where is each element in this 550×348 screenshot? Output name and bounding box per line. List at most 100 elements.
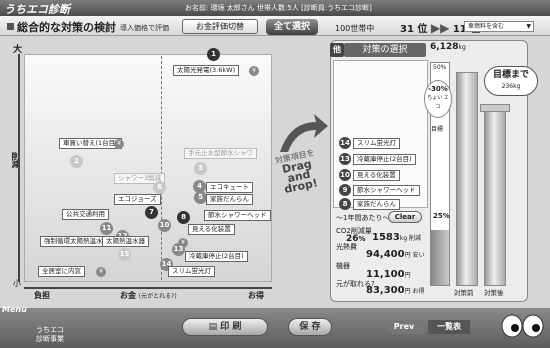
measure-item-visualizer[interactable]: 見える化装置	[188, 224, 235, 235]
measure-item-shower-head[interactable]: 節水シャワーヘッド	[204, 210, 271, 221]
gauge-50-label: 50%	[433, 64, 447, 71]
payback-unit: 円 お得	[404, 288, 425, 295]
selection-title: 対策の選択	[344, 43, 426, 57]
print-button[interactable]: ▤ 印 刷	[182, 318, 268, 336]
x-axis-left-label: 負担	[34, 291, 50, 300]
goal-title: 目標まで	[492, 70, 529, 80]
measure-badge: 13	[172, 243, 185, 256]
x-axis-title: お金	[120, 291, 136, 300]
measure-item-shower-stop[interactable]: 手元止水型節水シャワ	[184, 148, 257, 159]
printer-icon: ▤	[208, 322, 218, 332]
category-select-value: 車燃料を含む	[468, 23, 505, 30]
payback-value-number: 83,300	[366, 285, 405, 296]
yen-icon: ¥	[249, 66, 259, 76]
selected-item-label: スリム蛍光灯	[353, 138, 400, 149]
total-co2: 6,128kg	[430, 42, 466, 52]
selected-item-label: 見える化装置	[353, 170, 400, 181]
selected-item-number: 8	[339, 198, 351, 210]
y-axis-line	[18, 54, 20, 282]
clear-button[interactable]: Clear	[388, 211, 422, 223]
print-label: 印 刷	[220, 322, 242, 332]
measure-item-solar[interactable]: 太陽光発電(3.6kW)	[173, 65, 240, 76]
equip-unit: 円	[404, 272, 411, 279]
measure-badge: 15	[118, 248, 131, 261]
x-axis-line	[24, 287, 272, 289]
target-pct-note: ちょい エコ	[427, 95, 449, 110]
footer-logo-line: 診断事業	[36, 335, 64, 343]
x-axis-label: お金 (元がとれる?)	[120, 290, 177, 301]
goal-bubble: 目標まで 236kg	[484, 66, 538, 96]
measure-badge: 7	[145, 206, 158, 219]
app-logo: うちエコ診断	[4, 3, 70, 16]
money-eval-toggle-button[interactable]: お金評価切替	[182, 19, 258, 34]
fuel-label: 光熱費	[336, 243, 357, 251]
measure-item-fridge-stop[interactable]: 冷蔵庫停止(2台目)	[185, 251, 248, 262]
bar-before-label: 対策前	[454, 289, 474, 297]
chevron-down-icon: ▼	[526, 23, 531, 30]
selected-item-label: 冷蔵庫停止(2台目)	[353, 154, 416, 165]
page-title: 総合的な対策の検討	[17, 21, 116, 34]
user-info: お名前: 環境 太郎さん 世帯人数:5人 [診断員:うちエコ診断]	[185, 4, 372, 12]
century-label: 100世帯中	[335, 24, 375, 33]
x-axis-right-label: お得	[248, 291, 264, 300]
top-bar: うちエコ診断 お名前: 環境 太郎さん 世帯人数:5人 [診断員:うちエコ診断]	[0, 0, 550, 16]
measure-badge: 6	[153, 181, 166, 194]
measures-chart	[24, 54, 272, 282]
selection-tab-other[interactable]: 他	[330, 43, 344, 57]
measure-item-car[interactable]: 車買い替え(1台目)	[59, 138, 122, 149]
evaluate-label: 導入価格で評価	[120, 24, 169, 32]
measure-badge: 3	[194, 162, 207, 175]
selected-item-label: 家族だんらん	[353, 199, 400, 210]
bar-after-cap	[480, 104, 510, 112]
measure-item-solar-water[interactable]: 太陽熱温水器	[102, 236, 149, 247]
menu-button[interactable]: Menu	[2, 305, 27, 314]
target-pct-bubble: -30% ちょい エコ	[424, 80, 452, 118]
rank-arrow-icon: ▶▶	[430, 21, 450, 35]
reduction-gauge-fill	[431, 229, 449, 285]
measure-item-slim-light[interactable]: スリム蛍光灯	[168, 266, 215, 277]
gauge-target-label: 目標	[431, 126, 444, 133]
rank-before: 31 位	[400, 24, 428, 35]
list-button[interactable]: 一覧表	[428, 320, 470, 334]
measure-badge: 2	[70, 155, 83, 168]
x-axis-note: (元がとれる?)	[138, 293, 177, 300]
payback-value: 83,300円 お得	[366, 285, 425, 296]
bar-before	[456, 72, 478, 286]
measure-badge: 10	[158, 219, 171, 232]
yen-icon: ¥	[96, 267, 106, 277]
selected-item-label: 節水シャワーヘッド	[353, 185, 420, 196]
measure-badge: 8	[177, 211, 190, 224]
fuel-value-number: 94,400	[366, 249, 405, 260]
save-button[interactable]: 保 存	[288, 318, 332, 336]
bar-after	[484, 108, 506, 286]
mascot-eyes-icon	[501, 314, 544, 338]
measure-badge: 11	[100, 222, 113, 235]
toolbar: 総合的な対策の検討 導入価格で評価 お金評価切替 全て選択 100世帯中 31 …	[0, 16, 550, 36]
total-co2-unit: kg	[458, 44, 466, 51]
yen-icon: ¥	[114, 139, 124, 149]
title-square-icon	[7, 23, 14, 30]
drag-hint: 対策項目を Drag and drop!	[264, 146, 331, 198]
measure-item-ecojozu[interactable]: エコジョーズ	[114, 194, 161, 205]
equip-label: 機器	[336, 262, 350, 270]
category-select[interactable]: 車燃料を含む ▼	[464, 21, 534, 32]
fuel-unit: 円 安い	[404, 252, 425, 259]
measure-item-danran[interactable]: 家族だんらん	[206, 194, 253, 205]
selected-item-number: 10	[339, 169, 351, 181]
selected-item-number: 13	[339, 153, 351, 165]
per-year-label: ～1年間あたり～	[336, 214, 390, 222]
measure-item-inner-window[interactable]: 全居室に内窓	[38, 266, 85, 277]
measure-badge: 1	[207, 48, 220, 61]
footer-logo-line: うちエコ	[36, 326, 64, 334]
goal-value: 236kg	[501, 83, 521, 90]
co2-unit: kg 削減	[399, 235, 422, 242]
co2-percent-unit: %	[358, 235, 366, 243]
select-all-button[interactable]: 全て選択	[266, 19, 318, 35]
fuel-value: 94,400円 安い	[366, 249, 425, 260]
measure-item-public-transit[interactable]: 公共交通利用	[62, 209, 109, 220]
measure-item-ecocute[interactable]: エコキュート	[206, 182, 253, 193]
target-pct-value: -30%	[428, 85, 448, 93]
total-co2-value: 6,128	[430, 42, 459, 52]
selected-item-number: 14	[339, 137, 351, 149]
chart-center-divider	[161, 56, 162, 280]
